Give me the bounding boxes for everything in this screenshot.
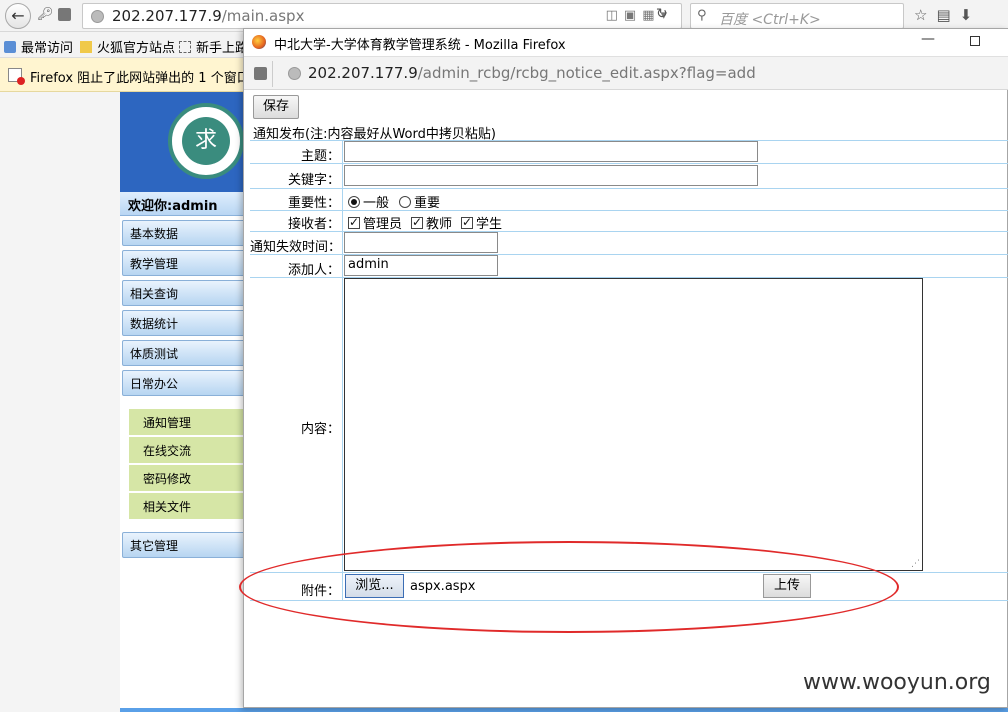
separator xyxy=(272,61,273,87)
upload-button[interactable]: 上传 xyxy=(763,574,811,598)
importance-important-option[interactable]: 重要 xyxy=(399,192,440,211)
popup-url-text[interactable]: 202.207.177.9/admin_rcbg/rcbg_notice_edi… xyxy=(308,64,756,82)
menu-item-other[interactable]: 其它管理 xyxy=(122,532,245,558)
adder-input[interactable]: admin xyxy=(344,255,498,276)
expire-time-input[interactable] xyxy=(344,232,498,253)
attachment-label: 附件： xyxy=(300,584,340,599)
row-divider xyxy=(250,163,1008,164)
popup-title: 中北大学-大学体育教学管理系统 - Mozilla Firefox xyxy=(274,38,566,53)
search-icon: ⚲ xyxy=(697,8,707,23)
save-button[interactable]: 保存 xyxy=(253,95,299,119)
submenu-item-files[interactable]: 相关文件 xyxy=(129,493,245,519)
minimize-icon[interactable]: — xyxy=(921,31,935,47)
search-placeholder[interactable]: 百度 <Ctrl+K> xyxy=(719,9,821,29)
content-textarea[interactable]: ⋰ xyxy=(344,278,923,571)
importance-group: 一般 重要 xyxy=(348,192,468,211)
adder-label: 添加人： xyxy=(287,263,340,278)
selected-file-name: aspx.aspx xyxy=(410,579,476,594)
row-divider xyxy=(250,572,1008,573)
checkbox-checked-icon[interactable] xyxy=(411,215,423,229)
page-icon xyxy=(179,41,191,53)
menu-item-statistics[interactable]: 数据统计 xyxy=(122,310,245,336)
submenu-item-chat[interactable]: 在线交流 xyxy=(129,437,245,463)
folder-icon xyxy=(80,41,92,53)
subject-input[interactable] xyxy=(344,141,758,162)
bookmark-firefox-site[interactable]: 火狐官方站点 xyxy=(80,37,175,56)
column-divider xyxy=(342,140,343,600)
menu-item-office[interactable]: 日常办公 xyxy=(122,370,245,396)
popup-blocked-text: Firefox 阻止了此网站弹出的 1 个窗口。 xyxy=(30,71,263,86)
resize-grip-icon[interactable]: ⋰ xyxy=(911,559,920,569)
submenu-item-password[interactable]: 密码修改 xyxy=(129,465,245,491)
checkbox-checked-icon[interactable] xyxy=(461,215,473,229)
welcome-text: 欢迎你:admin xyxy=(120,192,245,216)
keywords-label: 关键字： xyxy=(287,173,340,188)
url-bar[interactable]: 202.207.177.9/main.aspx ◫▣▦▾ xyxy=(82,3,682,29)
popup-titlebar[interactable]: 中北大学-大学体育教学管理系统 - Mozilla Firefox — xyxy=(244,29,1008,56)
subject-label: 主题： xyxy=(300,149,340,164)
toolbar-icons[interactable]: ☆▤⬇ xyxy=(914,6,981,24)
menu-item-teaching[interactable]: 教学管理 xyxy=(122,250,245,276)
firefox-icon xyxy=(252,35,266,49)
bookmark-getting-started[interactable]: 新手上路 xyxy=(179,37,248,56)
recipient-admin-option[interactable]: 管理员 xyxy=(348,213,402,232)
search-box[interactable]: ⚲ 百度 <Ctrl+K> xyxy=(690,3,904,29)
recipient-teacher-option[interactable]: 教师 xyxy=(411,213,452,232)
importance-normal-option[interactable]: 一般 xyxy=(348,192,389,211)
globe-icon xyxy=(91,10,104,23)
keywords-input[interactable] xyxy=(344,165,758,186)
key-icon[interactable]: 🔑︎ xyxy=(37,7,54,22)
url-text[interactable]: 202.207.177.9/main.aspx xyxy=(112,7,304,25)
menu-item-fitness[interactable]: 体质测试 xyxy=(122,340,245,366)
submenu-item-notice[interactable]: 通知管理 xyxy=(129,409,245,435)
reload-icon[interactable]: ↻ xyxy=(656,6,668,22)
bookmark-icon xyxy=(4,41,16,53)
bookmarks-bar: 最常访问 火狐官方站点 新手上路 xyxy=(0,32,248,58)
download-icon[interactable] xyxy=(254,67,267,80)
importance-label: 重要性： xyxy=(287,196,340,211)
university-logo: 求 xyxy=(168,103,244,179)
background-page-margin xyxy=(0,92,120,712)
menu-item-basic-data[interactable]: 基本数据 xyxy=(122,220,245,246)
popup-blocked-icon xyxy=(8,68,25,85)
bookmark-most-visited[interactable]: 最常访问 xyxy=(4,37,73,56)
watermark: www.wooyun.org xyxy=(803,670,991,695)
recipient-student-option[interactable]: 学生 xyxy=(461,213,502,232)
recipients-label: 接收者： xyxy=(287,217,340,232)
popup-url-bar[interactable]: 202.207.177.9/admin_rcbg/rcbg_notice_edi… xyxy=(244,56,1008,90)
popup-blocked-bar: Firefox 阻止了此网站弹出的 1 个窗口。 xyxy=(0,58,263,92)
expire-time-label: 通知失效时间： xyxy=(250,240,342,255)
menu-item-query[interactable]: 相关查询 xyxy=(122,280,245,306)
row-divider xyxy=(250,188,1008,189)
back-arrow-icon[interactable]: ← xyxy=(5,3,31,29)
recipients-group: 管理员 教师 学生 xyxy=(348,213,518,232)
browse-button[interactable]: 浏览... xyxy=(345,574,404,598)
content-label: 内容： xyxy=(300,422,340,437)
download-icon[interactable] xyxy=(58,8,71,21)
globe-icon xyxy=(288,67,301,80)
radio-checked-icon[interactable] xyxy=(348,196,360,208)
radio-unchecked-icon[interactable] xyxy=(399,196,411,208)
maximize-icon[interactable] xyxy=(970,36,980,46)
bottom-strip xyxy=(120,708,1008,712)
row-divider xyxy=(250,600,1008,601)
checkbox-checked-icon[interactable] xyxy=(348,215,360,229)
